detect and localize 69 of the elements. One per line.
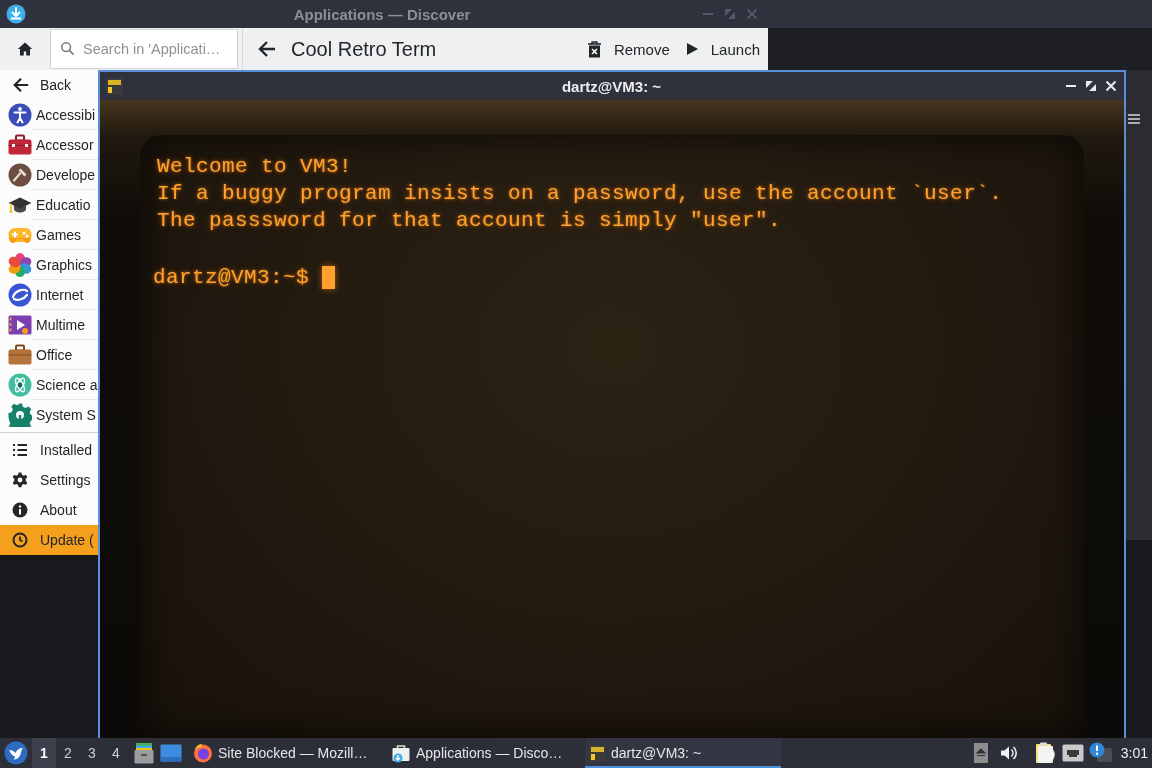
task-button[interactable]: Applications — Disco… [387, 738, 583, 768]
terminal-line: Welcome to VM3! [157, 154, 353, 180]
volume-icon [999, 744, 1018, 762]
back-arrow-icon [12, 76, 30, 94]
launch-button[interactable]: Launch [679, 28, 766, 70]
accessibility-icon [8, 103, 32, 127]
home-icon [17, 41, 33, 57]
sidebar-item[interactable]: Settings [0, 465, 98, 495]
search-icon [60, 41, 75, 56]
sidebar-item[interactable]: System S [0, 400, 98, 430]
video-icon [8, 313, 32, 337]
page-title: Cool Retro Term [291, 37, 438, 61]
trash-icon [586, 40, 602, 58]
notification-icon [1088, 742, 1113, 764]
update-button[interactable]: Update ( [0, 525, 98, 555]
sidebar-item[interactable]: Office [0, 340, 98, 370]
browser-icon [193, 743, 213, 763]
sidebar-item[interactable]: Installed [0, 435, 98, 465]
terminal-icon [106, 77, 123, 95]
terminal-prompt: dartz@VM3:~$ [153, 265, 310, 291]
task-button[interactable]: dartz@VM3: ~ [585, 738, 781, 768]
gear-icon [12, 472, 28, 488]
window-title: dartz@VM3: ~ [561, 77, 662, 95]
toolbox-icon [8, 133, 32, 157]
globe-icon [8, 283, 32, 307]
sidebar-item[interactable]: About [0, 495, 98, 525]
bag-icon [391, 743, 411, 763]
start-menu-icon [4, 741, 28, 765]
color-petals-icon [8, 253, 32, 277]
sidebar-item[interactable]: Accessor [0, 130, 98, 160]
clock-icon [12, 532, 28, 548]
workspace-button[interactable]: 3 [80, 738, 104, 768]
search-field[interactable]: Search in 'Applicati… [50, 29, 238, 69]
terminal-icon [589, 744, 606, 762]
sidebar-item[interactable]: Graphics [0, 250, 98, 280]
file-cabinet-icon [134, 742, 154, 764]
eject-icon [973, 743, 988, 763]
sidebar-item[interactable]: Internet [0, 280, 98, 310]
briefcase-icon [8, 343, 32, 367]
window-title: Applications — Discover [293, 5, 471, 23]
hammer-icon [8, 163, 32, 187]
terminal-line: If a buggy program insists on a password, use the account `user`. [157, 181, 1003, 207]
gear-icon [8, 403, 32, 427]
back-arrow-icon [257, 39, 277, 59]
clipboard-icon [1034, 742, 1055, 764]
network-icon [1061, 744, 1084, 762]
download-icon [6, 4, 26, 24]
task-button[interactable]: Site Blocked — Mozill… [189, 738, 385, 768]
sidebar-item[interactable]: Back [0, 70, 98, 100]
sidebar-item[interactable]: Accessibi [0, 100, 98, 130]
sidebar-item[interactable]: Games [0, 220, 98, 250]
menu-icon [1128, 113, 1140, 125]
info-icon [12, 502, 28, 518]
workspace-button[interactable]: 2 [56, 738, 80, 768]
desktop-icon [160, 744, 182, 762]
remove-button[interactable]: Remove [580, 28, 676, 70]
sidebar-item[interactable]: Multime [0, 310, 98, 340]
sidebar-item[interactable]: Educatio [0, 190, 98, 220]
list-icon [12, 442, 28, 458]
play-icon [685, 42, 699, 56]
cursor-icon [322, 266, 336, 289]
sidebar-item[interactable]: Develope [0, 160, 98, 190]
clock: 3:01 [1120, 745, 1148, 761]
atom-icon [8, 373, 32, 397]
terminal-line: The passsword for that account is simply "user". [157, 208, 782, 234]
sidebar-item[interactable]: Science a [0, 370, 98, 400]
maximize-icon[interactable] [1085, 80, 1097, 92]
workspace-button[interactable]: 1 [32, 738, 56, 768]
workspace-button[interactable]: 4 [104, 738, 128, 768]
